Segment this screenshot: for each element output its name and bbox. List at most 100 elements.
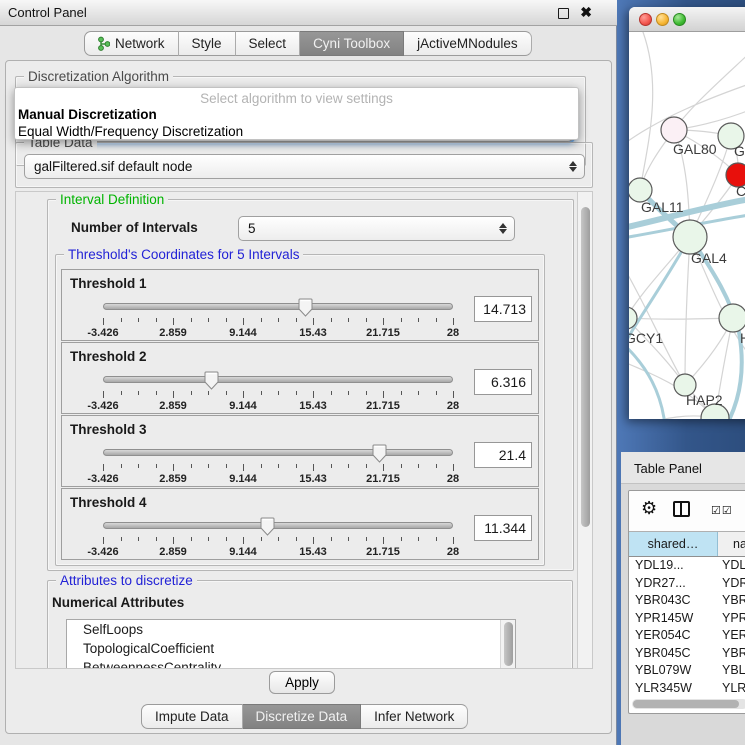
cell-shared-name[interactable]: YER054C bbox=[629, 628, 718, 646]
slider-tick bbox=[436, 391, 437, 395]
slider-tick bbox=[383, 318, 384, 325]
threshold-value-field[interactable]: 6.316 bbox=[474, 369, 532, 395]
cell-name[interactable]: YER0 bbox=[718, 628, 745, 646]
slider-tick bbox=[103, 464, 104, 471]
table-hscrollbar-thumb[interactable] bbox=[633, 700, 739, 708]
table-row[interactable]: YBL079WYBL0 bbox=[629, 663, 745, 681]
slider-tick bbox=[191, 391, 192, 395]
apply-button[interactable]: Apply bbox=[269, 671, 335, 694]
threshold-4-box: Threshold 4-3.4262.8599.14415.4321.71528… bbox=[61, 488, 539, 560]
slider-tick-label: -3.426 bbox=[87, 400, 118, 412]
close-traffic-light[interactable] bbox=[639, 13, 652, 26]
tab-cyni-toolbox[interactable]: Cyni Toolbox bbox=[300, 31, 404, 56]
minimize-traffic-light[interactable] bbox=[656, 13, 669, 26]
threshold-value-field[interactable]: 21.4 bbox=[474, 442, 532, 468]
network-canvas[interactable]: GAL80GAGAL11CGAL4GCY1HHAP2 bbox=[629, 32, 745, 419]
network-node-green[interactable] bbox=[673, 220, 707, 254]
table-row[interactable]: YDL19...YDL1 bbox=[629, 558, 745, 576]
table-row[interactable]: YBR045CYBR0 bbox=[629, 646, 745, 664]
number-of-intervals-combobox[interactable]: 5 bbox=[238, 216, 515, 241]
slider-tick bbox=[156, 391, 157, 395]
slider-track[interactable] bbox=[103, 449, 453, 456]
settings-scrollbar-thumb[interactable] bbox=[581, 207, 590, 527]
slider-tick-label: 28 bbox=[447, 400, 459, 412]
cell-shared-name[interactable]: YBR043C bbox=[629, 593, 718, 611]
settings-scrollbar-track[interactable] bbox=[577, 192, 592, 668]
slider-handle[interactable] bbox=[260, 517, 275, 536]
attributes-scrollbar-thumb[interactable] bbox=[504, 622, 513, 666]
threshold-slider[interactable]: -3.4262.8599.14415.4321.71528 bbox=[98, 444, 458, 484]
cell-name[interactable]: YDR2 bbox=[718, 576, 745, 594]
float-window-icon[interactable] bbox=[558, 8, 569, 19]
algorithm-option-equal-width[interactable]: Equal Width/Frequency Discretization bbox=[18, 124, 243, 139]
table-row[interactable]: YPR145WYPR1 bbox=[629, 611, 745, 629]
tab-network[interactable]: Network bbox=[84, 31, 179, 56]
tab-jactivemnodules[interactable]: jActiveMNodules bbox=[404, 31, 532, 56]
threshold-slider[interactable]: -3.4262.8599.14415.4321.71528 bbox=[98, 371, 458, 411]
cell-name[interactable]: YLR3 bbox=[718, 681, 745, 699]
tab-label: Select bbox=[249, 36, 287, 51]
tab-discretize-data[interactable]: Discretize Data bbox=[243, 704, 362, 729]
attribute-list-item[interactable]: TopologicalCoefficient bbox=[67, 639, 515, 658]
cell-shared-name[interactable]: YDL19... bbox=[629, 558, 718, 576]
column-header-name[interactable]: na bbox=[718, 532, 745, 556]
cell-name[interactable]: YDL1 bbox=[718, 558, 745, 576]
algorithm-option-manual[interactable]: Manual Discretization bbox=[18, 107, 157, 122]
slider-tick bbox=[453, 318, 454, 325]
slider-tick bbox=[296, 464, 297, 468]
slider-tick-label: 21.715 bbox=[366, 327, 400, 339]
close-icon[interactable]: ✖ bbox=[580, 4, 592, 21]
attribute-list-item[interactable]: BetweennessCentrality bbox=[67, 658, 515, 669]
zoom-traffic-light[interactable] bbox=[673, 13, 686, 26]
slider-tick bbox=[313, 391, 314, 398]
column-layout-icon[interactable] bbox=[673, 501, 690, 517]
cell-shared-name[interactable]: YBR045C bbox=[629, 646, 718, 664]
column-header-shared-name[interactable]: shared… bbox=[629, 532, 718, 556]
attribute-list-item[interactable]: SelfLoops bbox=[67, 620, 515, 639]
cell-name[interactable]: YBR0 bbox=[718, 593, 745, 611]
gear-icon[interactable]: ⚙ bbox=[641, 498, 657, 519]
slider-track[interactable] bbox=[103, 303, 453, 310]
threshold-value-field[interactable]: 14.713 bbox=[474, 296, 532, 322]
tab-label: jActiveMNodules bbox=[417, 36, 518, 51]
slider-tick bbox=[103, 391, 104, 398]
tab-style[interactable]: Style bbox=[179, 31, 236, 56]
attributes-scrollbar-track[interactable] bbox=[500, 620, 515, 669]
cell-name[interactable]: YBR0 bbox=[718, 646, 745, 664]
slider-tick-label: 2.859 bbox=[159, 400, 187, 412]
network-node-green[interactable] bbox=[719, 304, 745, 332]
threshold-slider[interactable]: -3.4262.8599.14415.4321.71528 bbox=[98, 298, 458, 338]
slider-tick bbox=[366, 391, 367, 395]
slider-tick-label: 15.43 bbox=[299, 473, 327, 485]
slider-tick-label: 28 bbox=[447, 473, 459, 485]
table-row[interactable]: YDR27...YDR2 bbox=[629, 576, 745, 594]
threshold-value-field[interactable]: 11.344 bbox=[474, 515, 532, 541]
slider-tick bbox=[296, 391, 297, 395]
slider-tick bbox=[243, 537, 244, 544]
cell-shared-name[interactable]: YDR27... bbox=[629, 576, 718, 594]
cell-shared-name[interactable]: YLR345W bbox=[629, 681, 718, 699]
tab-impute-data[interactable]: Impute Data bbox=[141, 704, 243, 729]
cell-name[interactable]: YBL0 bbox=[718, 663, 745, 681]
checkbox-filter-icons[interactable]: ☑☑ bbox=[711, 504, 733, 517]
tab-infer-network[interactable]: Infer Network bbox=[361, 704, 468, 729]
slider-track[interactable] bbox=[103, 522, 453, 529]
cell-shared-name[interactable]: YBL079W bbox=[629, 663, 718, 681]
slider-track[interactable] bbox=[103, 376, 453, 383]
slider-handle[interactable] bbox=[204, 371, 219, 390]
network-node-pink[interactable] bbox=[661, 117, 687, 143]
table-hscrollbar-track[interactable] bbox=[632, 699, 745, 709]
slider-handle[interactable] bbox=[298, 298, 313, 317]
slider-tick-label: 15.43 bbox=[299, 546, 327, 558]
table-row[interactable]: YBR043CYBR0 bbox=[629, 593, 745, 611]
threshold-slider[interactable]: -3.4262.8599.14415.4321.71528 bbox=[98, 517, 458, 557]
slider-tick bbox=[261, 318, 262, 322]
table-data-combobox[interactable]: galFiltered.sif default node bbox=[24, 154, 585, 179]
table-row[interactable]: YER054CYER0 bbox=[629, 628, 745, 646]
slider-handle[interactable] bbox=[372, 444, 387, 463]
table-row[interactable]: YLR345WYLR3 bbox=[629, 681, 745, 699]
tab-select[interactable]: Select bbox=[236, 31, 301, 56]
slider-tick bbox=[138, 464, 139, 468]
cell-name[interactable]: YPR1 bbox=[718, 611, 745, 629]
cell-shared-name[interactable]: YPR145W bbox=[629, 611, 718, 629]
